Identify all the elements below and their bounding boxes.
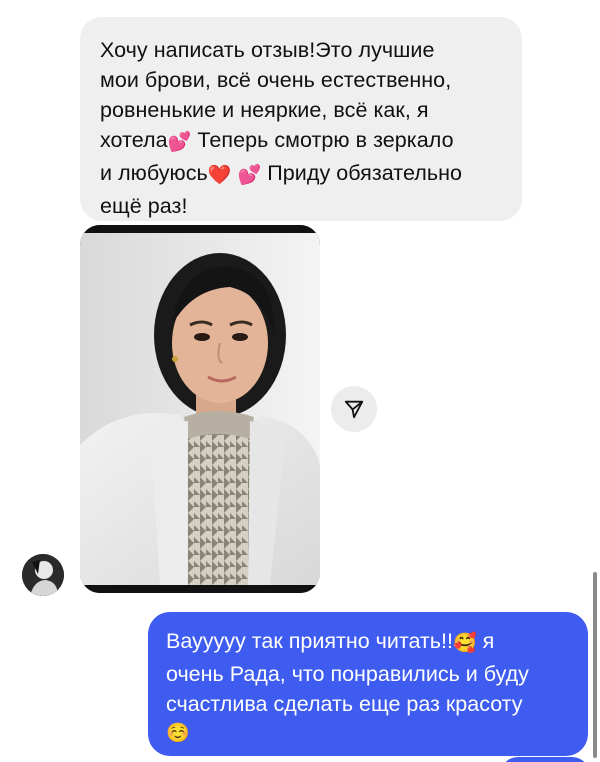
- message-line: и любуюсь❤️ 💕 Приду обязательно: [100, 158, 504, 191]
- avatar-image: [22, 554, 64, 596]
- smiling-face-emoji-icon: ☺️: [166, 723, 190, 744]
- message-line: мои брови, всё очень естественно,: [100, 68, 452, 92]
- two-hearts-emoji-icon: 💕: [167, 132, 192, 153]
- message-text: я: [476, 629, 495, 653]
- paper-plane-icon: [344, 400, 364, 419]
- message-text: Приду обязательно: [261, 161, 463, 185]
- message-line: счастлива сделать еще раз красоту: [166, 692, 523, 716]
- selfie-image: [80, 225, 320, 593]
- message-text: Ваууууу так приятно читать!!: [166, 629, 453, 653]
- outgoing-message-bubble[interactable]: Ваууууу так приятно читать!!🥰 я очень Ра…: [148, 612, 588, 756]
- share-button[interactable]: [331, 386, 377, 432]
- message-text: Теперь смотрю в зеркало: [191, 128, 454, 152]
- message-line: ещё раз!: [100, 194, 188, 218]
- next-message-bubble[interactable]: [500, 757, 590, 762]
- contact-avatar[interactable]: [22, 554, 64, 596]
- smiling-face-with-hearts-emoji-icon: 🥰: [452, 633, 477, 654]
- message-line: Ваууууу так приятно читать!!🥰 я: [166, 626, 572, 659]
- red-heart-emoji-icon: ❤️: [207, 165, 232, 186]
- two-hearts-emoji-icon: 💕: [237, 165, 262, 186]
- message-line: ровненькие и неяркие, всё как, я: [100, 98, 429, 122]
- chat-thread: Хочу написать отзыв!Это лучшие мои брови…: [0, 0, 600, 762]
- scrollbar[interactable]: [593, 572, 597, 758]
- shared-photo[interactable]: [80, 225, 320, 593]
- message-line: очень Рада, что понравились и буду: [166, 662, 529, 686]
- message-line: хотела💕 Теперь смотрю в зеркало: [100, 125, 504, 158]
- message-text: и любуюсь: [100, 161, 208, 185]
- message-text: хотела: [100, 128, 168, 152]
- incoming-message-bubble[interactable]: Хочу написать отзыв!Это лучшие мои брови…: [80, 17, 522, 221]
- message-line: Хочу написать отзыв!Это лучшие: [100, 38, 435, 62]
